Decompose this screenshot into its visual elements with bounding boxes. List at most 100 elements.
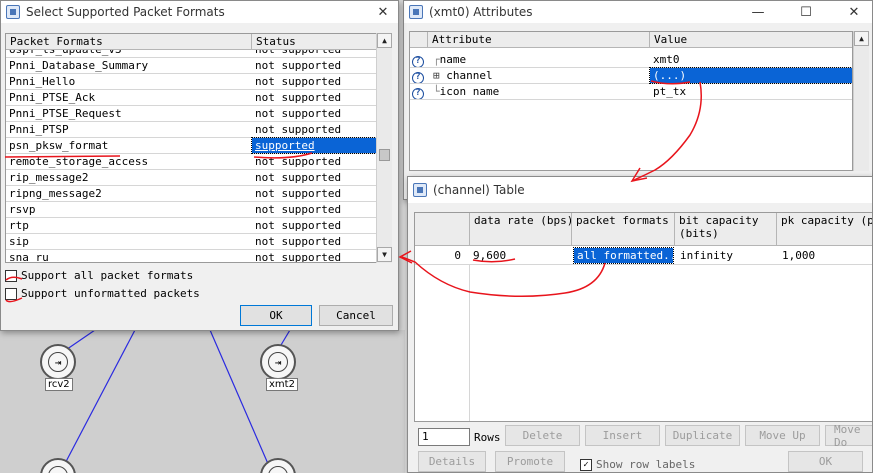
dialog-titlebar[interactable]: Select Supported Packet Formats ✕ xyxy=(1,1,398,23)
data-rate-cell[interactable]: 9,600 xyxy=(470,248,570,263)
packet-format-row[interactable]: Pnni_PTSP not supported xyxy=(6,122,376,138)
packet-format-row[interactable]: Pnni_Database_Summary not supported xyxy=(6,58,376,74)
network-canvas[interactable]: ⇥ rcv2 ⇥ xmt2 ⇥ ⇥ xyxy=(0,330,405,473)
show-row-labels-option[interactable]: ✓ Show row labels xyxy=(580,458,695,471)
packet-format-row[interactable]: Pnni_PTSE_Ack not supported xyxy=(6,90,376,106)
table-row[interactable]: 0 9,600 all formatted... infinity 1,000 xyxy=(415,247,872,265)
column-header-attribute[interactable]: Attribute xyxy=(428,32,650,48)
help-icon[interactable]: ? xyxy=(412,52,426,67)
duplicate-button[interactable]: Duplicate xyxy=(665,425,740,446)
attribute-value[interactable]: pt_tx xyxy=(650,84,850,99)
packet-format-name: sna_ru xyxy=(9,251,49,263)
ok-button[interactable]: OK xyxy=(788,451,863,472)
node-xmt2[interactable]: ⇥ xyxy=(260,344,296,380)
packet-format-status[interactable]: not supported xyxy=(252,154,376,169)
attributes-scrollbar[interactable]: ▲ xyxy=(853,31,869,171)
support-unformatted-checkbox[interactable] xyxy=(5,287,17,300)
select-packet-formats-dialog: Select Supported Packet Formats ✕ Packet… xyxy=(0,0,399,331)
packet-format-status[interactable]: not supported xyxy=(252,106,376,121)
expand-icon[interactable]: ⊞ xyxy=(433,69,446,82)
packet-format-status[interactable]: not supported xyxy=(252,218,376,233)
app-icon xyxy=(413,183,427,197)
tree-line-icon: ┌ xyxy=(433,53,440,66)
packet-format-status[interactable]: not supported xyxy=(252,234,376,249)
scroll-up-icon[interactable]: ▲ xyxy=(377,33,392,48)
node-rcv2[interactable]: ⇥ xyxy=(40,344,76,380)
delete-button[interactable]: Delete xyxy=(505,425,580,446)
insert-button[interactable]: Insert xyxy=(585,425,660,446)
packet-format-status-selected[interactable]: supported xyxy=(251,137,376,154)
packet-format-rows: ospf_ls_update_v3not supportedPnni_Datab… xyxy=(6,50,376,263)
packet-format-name: sip xyxy=(9,235,29,248)
close-icon[interactable]: ✕ xyxy=(840,1,868,23)
packet-format-row[interactable]: rtp not supported xyxy=(6,218,376,234)
packet-format-name: Pnni_Database_Summary xyxy=(9,59,149,72)
table-row[interactable]: ? └icon name pt_tx xyxy=(410,84,852,100)
packet-format-status[interactable]: not supported xyxy=(252,50,376,57)
packet-format-row[interactable]: rip_message2 not supported xyxy=(6,170,376,186)
packet-format-status[interactable]: not supported xyxy=(252,250,376,262)
packet-format-row[interactable]: sna_ru not supported xyxy=(6,250,376,263)
packet-format-row[interactable]: ripng_message2 not supported xyxy=(6,186,376,202)
packet-format-status[interactable]: not supported xyxy=(252,58,376,73)
attributes-titlebar[interactable]: (xmt0) Attributes — ☐ ✕ xyxy=(404,1,872,23)
packet-format-name: ripng_message2 xyxy=(9,187,102,200)
rows-count-input[interactable]: 1 xyxy=(418,428,470,446)
attribute-value-selected[interactable]: (...) xyxy=(649,67,852,84)
packet-format-status[interactable]: not supported xyxy=(252,186,376,201)
column-header-value[interactable]: Value xyxy=(650,32,852,48)
packet-format-name: ospf_ls_update_v3 xyxy=(6,50,252,57)
support-all-checkbox[interactable] xyxy=(5,269,17,282)
packet-format-status[interactable]: not supported xyxy=(252,122,376,137)
bit-capacity-cell[interactable]: infinity xyxy=(677,248,775,263)
row-index-column xyxy=(415,265,470,421)
column-header-packet-formats[interactable]: Packet Formats xyxy=(6,34,252,50)
packet-format-status[interactable]: not supported xyxy=(252,170,376,185)
scrollbar-thumb[interactable] xyxy=(379,149,390,161)
column-header-status[interactable]: Status xyxy=(252,34,376,50)
packet-format-status[interactable]: not supported xyxy=(252,74,376,89)
support-all-option[interactable]: Support all packet formats xyxy=(5,269,193,282)
tree-line-icon: └ xyxy=(433,85,440,98)
packet-format-status[interactable]: not supported xyxy=(252,202,376,217)
column-header-pk-capacity[interactable]: pk capacity (pks xyxy=(777,213,872,246)
column-header-bit-capacity[interactable]: bit capacity (bits) xyxy=(675,213,777,246)
attribute-value[interactable]: xmt0 xyxy=(650,52,850,67)
table-row[interactable]: ? ┌name xmt0 xyxy=(410,52,852,68)
packet-formats-scrollbar[interactable]: ▲ ▼ xyxy=(376,33,392,263)
pk-capacity-cell[interactable]: 1,000 xyxy=(779,248,872,263)
cancel-button[interactable]: Cancel xyxy=(319,305,393,326)
close-icon[interactable]: ✕ xyxy=(369,1,397,23)
help-icon[interactable]: ? xyxy=(412,84,426,99)
packet-format-row[interactable]: Pnni_PTSE_Request not supported xyxy=(6,106,376,122)
packet-format-row[interactable]: remote_storage_access not supported xyxy=(6,154,376,170)
minimize-icon[interactable]: — xyxy=(744,1,772,23)
packet-format-row[interactable]: rsvp not supported xyxy=(6,202,376,218)
maximize-icon[interactable]: ☐ xyxy=(792,1,820,23)
attributes-window: (xmt0) Attributes — ☐ ✕ Attribute Value … xyxy=(403,0,873,200)
scroll-down-icon[interactable]: ▼ xyxy=(377,247,392,262)
promote-button[interactable]: Promote xyxy=(495,451,565,472)
packet-format-row[interactable]: Pnni_Hello not supported xyxy=(6,74,376,90)
row-index: 0 xyxy=(454,249,461,262)
table-row[interactable]: ? ⊞ channel (...) xyxy=(410,67,852,84)
packet-format-row[interactable]: ospf_ls_update_v3not supported xyxy=(6,50,376,58)
node-icon: ⇥ xyxy=(48,466,68,473)
show-row-labels-label: Show row labels xyxy=(596,458,696,471)
support-unformatted-option[interactable]: Support unformatted packets xyxy=(5,287,200,300)
packet-format-row[interactable]: sip not supported xyxy=(6,234,376,250)
move-down-button[interactable]: Move Do xyxy=(825,423,872,449)
show-row-labels-checkbox[interactable]: ✓ xyxy=(580,458,592,471)
channel-table-titlebar[interactable]: (channel) Table xyxy=(408,177,872,203)
channel-table-grid: data rate (bps) packet formats bit capac… xyxy=(414,212,872,422)
column-header-packet-formats[interactable]: packet formats xyxy=(572,213,675,246)
column-header-data-rate[interactable]: data rate (bps) xyxy=(470,213,572,246)
ok-button[interactable]: OK xyxy=(240,305,312,326)
move-up-button[interactable]: Move Up xyxy=(745,425,820,446)
scroll-up-icon[interactable]: ▲ xyxy=(854,31,869,46)
packet-formats-cell-selected[interactable]: all formatted... xyxy=(573,247,674,264)
packet-format-status[interactable]: not supported xyxy=(252,90,376,105)
details-button[interactable]: Details xyxy=(418,451,486,472)
packet-format-row[interactable]: psn_pksw_format supported xyxy=(6,137,376,154)
help-icon[interactable]: ? xyxy=(412,68,426,83)
